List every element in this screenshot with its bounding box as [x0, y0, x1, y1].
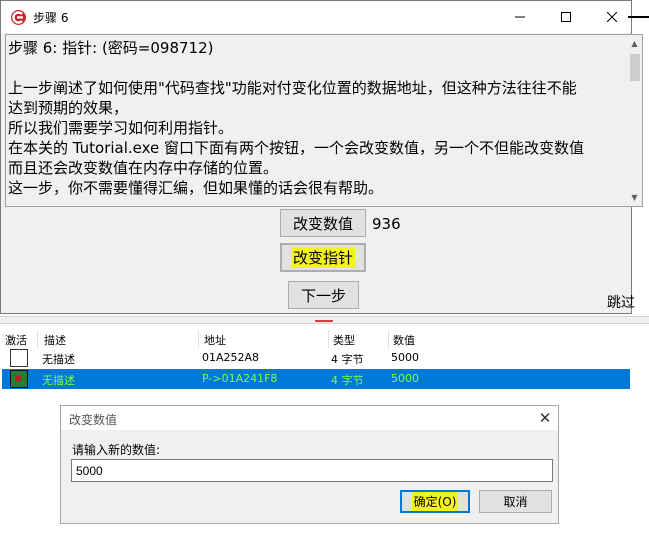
new-value-input[interactable]: [71, 459, 553, 482]
row-value: 5000: [391, 351, 419, 364]
change-pointer-button[interactable]: 改变指针: [280, 243, 366, 272]
scrollbar-thumb[interactable]: [630, 54, 640, 81]
current-value: 936: [372, 215, 401, 233]
active-checkbox[interactable]: [10, 349, 28, 367]
row-type: 4 字节: [331, 374, 364, 387]
splitter[interactable]: [0, 316, 649, 324]
dialog-title: 改变数值: [69, 413, 118, 427]
minimize-icon: [515, 16, 525, 18]
minimize-button[interactable]: [497, 1, 543, 33]
dialog-title-bar: 改变数值 ✕: [61, 406, 558, 430]
column-header-value[interactable]: 数值: [393, 332, 415, 348]
cancel-button[interactable]: 取消: [479, 490, 552, 513]
table-row-selected[interactable]: 无描述 P->01A241F8 4 字节 5000: [2, 369, 630, 389]
tutorial-text: 步骤 6: 指针: (密码=098712) 上一步阐述了如何使用"代码查找"功能…: [8, 39, 585, 197]
change-value-button[interactable]: 改变数值: [280, 209, 366, 237]
column-header-type[interactable]: 类型: [333, 332, 355, 348]
window-title: 步骤 6: [33, 11, 69, 25]
background-window-edge: [628, 16, 649, 18]
close-icon: [607, 12, 617, 22]
maximize-icon: [561, 12, 571, 22]
ok-button[interactable]: 确定(O): [400, 490, 470, 513]
change-value-dialog: 改变数值 ✕ 请输入新的数值: 确定(O) 取消: [60, 405, 559, 524]
vertical-scrollbar[interactable]: ▲ ▼: [626, 35, 642, 206]
tutorial-text-pane[interactable]: 步骤 6: 指针: (密码=098712) 上一步阐述了如何使用"代码查找"功能…: [5, 34, 643, 207]
tutorial-window: 步骤 6 步骤 6: 指针: (密码=098712) 上一步阐述了如何使用"代码…: [0, 0, 643, 314]
scroll-up-icon[interactable]: ▲: [626, 35, 642, 52]
row-description: 无描述: [42, 374, 75, 387]
address-list-header: 激活 描述 地址 类型 数值: [0, 330, 649, 348]
cheat-engine-icon: [11, 10, 26, 25]
next-button[interactable]: 下一步: [288, 281, 359, 309]
column-header-description[interactable]: 描述: [44, 332, 66, 348]
row-type: 4 字节: [331, 353, 364, 366]
ok-button-label: 确定(O): [411, 492, 459, 511]
dialog-close-icon[interactable]: ✕: [532, 406, 558, 430]
column-header-active[interactable]: 激活: [5, 332, 27, 348]
row-value: 5000: [391, 372, 419, 385]
splitter-grip-icon[interactable]: [315, 320, 333, 322]
skip-button[interactable]: 跳过: [607, 291, 643, 313]
row-address: 01A252A8: [202, 351, 260, 364]
maximize-button[interactable]: [543, 1, 589, 33]
active-checkbox-checked[interactable]: [10, 370, 28, 388]
row-description: 无描述: [42, 353, 75, 366]
table-row[interactable]: 无描述 01A252A8 4 字节 5000: [2, 348, 630, 368]
scroll-down-icon[interactable]: ▼: [626, 189, 642, 206]
title-bar: 步骤 6: [1, 1, 631, 33]
change-pointer-label: 改变指针: [290, 247, 355, 268]
row-address: P->01A241F8: [202, 372, 278, 385]
dialog-prompt: 请输入新的数值:: [72, 443, 161, 457]
column-header-address[interactable]: 地址: [204, 332, 226, 348]
